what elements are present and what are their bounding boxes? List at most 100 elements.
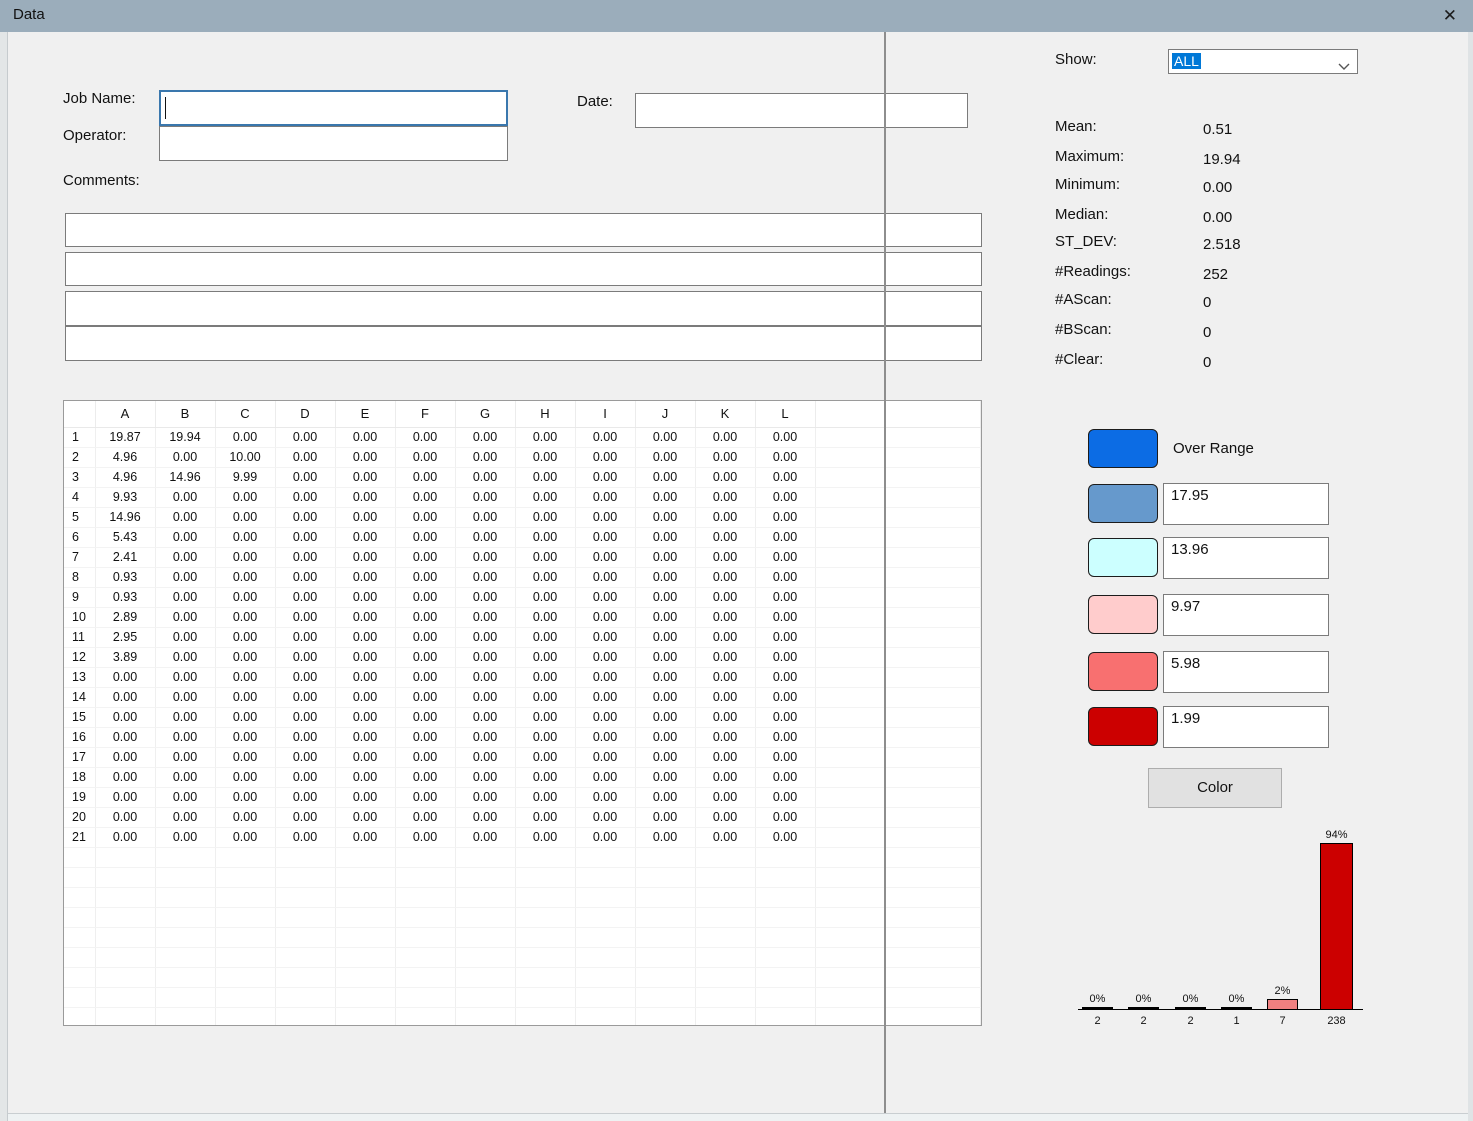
grid-cell[interactable]: [395, 927, 455, 947]
grid-cell[interactable]: 0.00: [215, 567, 275, 587]
grid-cell[interactable]: 0.00: [695, 567, 755, 587]
grid-cell[interactable]: 0.00: [575, 547, 635, 567]
grid-cell[interactable]: 0.00: [275, 507, 335, 527]
grid-cell[interactable]: 0.00: [275, 767, 335, 787]
grid-cell[interactable]: 0.00: [635, 747, 695, 767]
grid-cell[interactable]: 0.00: [455, 807, 515, 827]
grid-cell[interactable]: 0.00: [95, 787, 155, 807]
grid-cell[interactable]: 0.00: [155, 827, 215, 847]
grid-cell[interactable]: 0.00: [335, 707, 395, 727]
grid-cell[interactable]: [755, 927, 815, 947]
grid-cell[interactable]: 0.00: [215, 427, 275, 447]
grid-cell[interactable]: [695, 907, 755, 927]
grid-cell[interactable]: 0.00: [575, 727, 635, 747]
grid-cell[interactable]: [755, 1007, 815, 1026]
grid-cell[interactable]: [575, 947, 635, 967]
grid-cell[interactable]: [95, 907, 155, 927]
grid-cell[interactable]: 0.00: [695, 627, 755, 647]
grid-cell[interactable]: 0.00: [335, 747, 395, 767]
grid-cell[interactable]: 0.00: [635, 787, 695, 807]
grid-cell[interactable]: 0.00: [335, 767, 395, 787]
threshold-input[interactable]: 1.99: [1163, 706, 1329, 748]
grid-cell[interactable]: 0.00: [695, 787, 755, 807]
grid-cell[interactable]: [515, 847, 575, 867]
grid-cell[interactable]: 0.00: [95, 667, 155, 687]
grid-cell[interactable]: [155, 847, 215, 867]
grid-cell[interactable]: [755, 947, 815, 967]
grid-cell[interactable]: 0.00: [275, 487, 335, 507]
grid-cell[interactable]: 0.00: [455, 507, 515, 527]
grid-cell[interactable]: 0.00: [395, 627, 455, 647]
color-button[interactable]: Color: [1148, 768, 1282, 808]
grid-cell[interactable]: [455, 847, 515, 867]
grid-cell[interactable]: 0.00: [695, 807, 755, 827]
grid-cell[interactable]: 0.00: [95, 707, 155, 727]
grid-cell[interactable]: 0.00: [395, 607, 455, 627]
grid-cell[interactable]: [635, 847, 695, 867]
grid-cell[interactable]: 0.00: [515, 427, 575, 447]
grid-cell[interactable]: 0.00: [275, 727, 335, 747]
grid-cell[interactable]: 0.00: [155, 727, 215, 747]
grid-cell[interactable]: 4.96: [95, 467, 155, 487]
grid-cell[interactable]: [335, 867, 395, 887]
grid-cell[interactable]: [695, 927, 755, 947]
grid-cell[interactable]: 0.00: [95, 747, 155, 767]
grid-cell[interactable]: 14.96: [95, 507, 155, 527]
grid-cell[interactable]: [635, 927, 695, 947]
grid-cell[interactable]: 0.00: [455, 467, 515, 487]
threshold-input[interactable]: 9.97: [1163, 594, 1329, 636]
grid-cell[interactable]: 0.00: [575, 767, 635, 787]
grid-cell[interactable]: 9.93: [95, 487, 155, 507]
grid-cell[interactable]: [215, 867, 275, 887]
grid-cell[interactable]: [575, 967, 635, 987]
grid-cell[interactable]: 0.00: [275, 527, 335, 547]
grid-cell[interactable]: [335, 927, 395, 947]
threshold-input[interactable]: 5.98: [1163, 651, 1329, 693]
grid-cell[interactable]: 0.00: [575, 627, 635, 647]
grid-cell[interactable]: 0.00: [335, 827, 395, 847]
grid-cell[interactable]: 14.96: [155, 467, 215, 487]
grid-cell[interactable]: 0.00: [395, 427, 455, 447]
grid-cell[interactable]: 0.00: [275, 807, 335, 827]
comment-line-2[interactable]: [65, 252, 982, 286]
grid-cell[interactable]: [515, 947, 575, 967]
grid-cell[interactable]: 0.93: [95, 587, 155, 607]
grid-cell[interactable]: [275, 847, 335, 867]
grid-cell[interactable]: 0.00: [455, 747, 515, 767]
grid-cell[interactable]: 0.00: [455, 547, 515, 567]
grid-cell[interactable]: 0.00: [515, 767, 575, 787]
grid-cell[interactable]: [695, 887, 755, 907]
grid-cell[interactable]: 0.00: [395, 767, 455, 787]
grid-cell[interactable]: 0.00: [635, 507, 695, 527]
grid-cell[interactable]: [215, 927, 275, 947]
grid-cell[interactable]: [275, 1007, 335, 1026]
grid-cell[interactable]: 0.00: [575, 667, 635, 687]
grid-cell[interactable]: [335, 967, 395, 987]
grid-cell[interactable]: [155, 1007, 215, 1026]
grid-cell[interactable]: 0.00: [215, 687, 275, 707]
grid-cell[interactable]: 0.00: [635, 467, 695, 487]
grid-cell[interactable]: 0.00: [755, 467, 815, 487]
grid-cell[interactable]: [455, 947, 515, 967]
grid-cell[interactable]: 0.00: [515, 527, 575, 547]
grid-cell[interactable]: 0.00: [635, 447, 695, 467]
grid-cell[interactable]: 0.00: [695, 467, 755, 487]
grid-cell[interactable]: [695, 987, 755, 1007]
grid-cell[interactable]: [635, 947, 695, 967]
grid-cell[interactable]: 0.00: [455, 427, 515, 447]
grid-cell[interactable]: [395, 987, 455, 1007]
grid-cell[interactable]: [215, 887, 275, 907]
grid-cell[interactable]: 9.99: [215, 467, 275, 487]
grid-cell[interactable]: 0.00: [95, 727, 155, 747]
grid-cell[interactable]: 0.00: [215, 647, 275, 667]
grid-cell[interactable]: 0.00: [695, 827, 755, 847]
grid-cell[interactable]: 0.00: [215, 827, 275, 847]
grid-cell[interactable]: 0.00: [755, 627, 815, 647]
grid-cell[interactable]: 0.00: [275, 607, 335, 627]
grid-cell[interactable]: 0.00: [215, 727, 275, 747]
grid-cell[interactable]: 0.00: [515, 807, 575, 827]
grid-cell[interactable]: [95, 927, 155, 947]
grid-cell[interactable]: 0.00: [755, 667, 815, 687]
grid-cell[interactable]: 0.00: [575, 747, 635, 767]
threshold-input[interactable]: 13.96: [1163, 537, 1329, 579]
